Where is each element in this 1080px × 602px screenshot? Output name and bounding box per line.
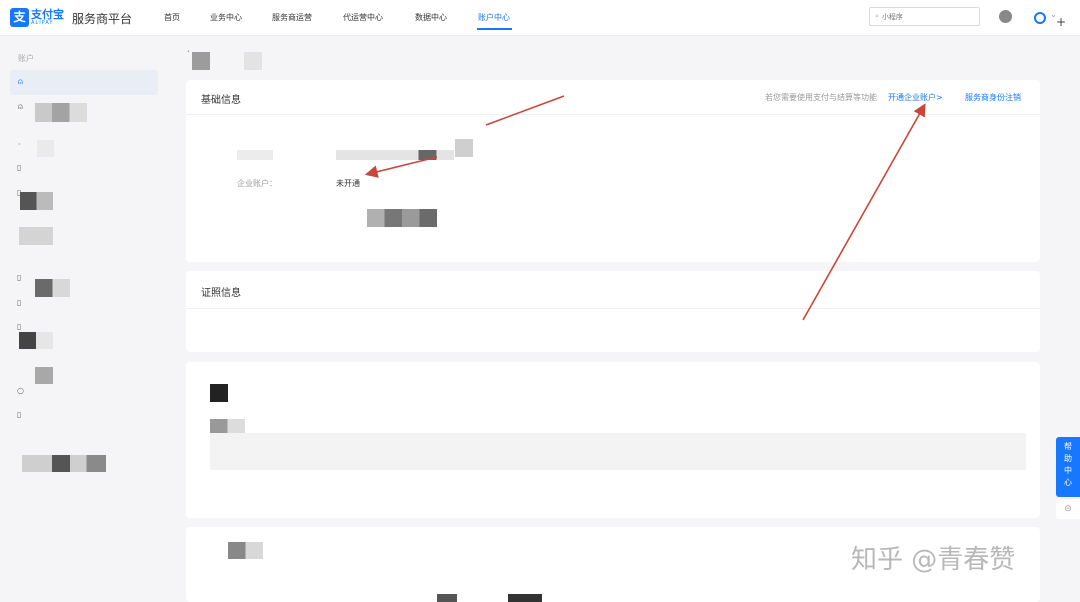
annotation-arrow-to-link xyxy=(802,103,926,321)
annotation-arrows xyxy=(364,95,926,321)
feedback-icon[interactable]: ⊝ xyxy=(1056,499,1080,519)
help-center-label: 帮助中心 xyxy=(1064,442,1072,487)
annotation-arrow-to-status xyxy=(364,156,438,178)
annotation-arrow-line xyxy=(485,95,565,126)
zhihu-watermark: 知乎 @青春赞 xyxy=(851,545,1016,575)
help-center-tab[interactable]: 帮助中心 xyxy=(1056,437,1080,497)
